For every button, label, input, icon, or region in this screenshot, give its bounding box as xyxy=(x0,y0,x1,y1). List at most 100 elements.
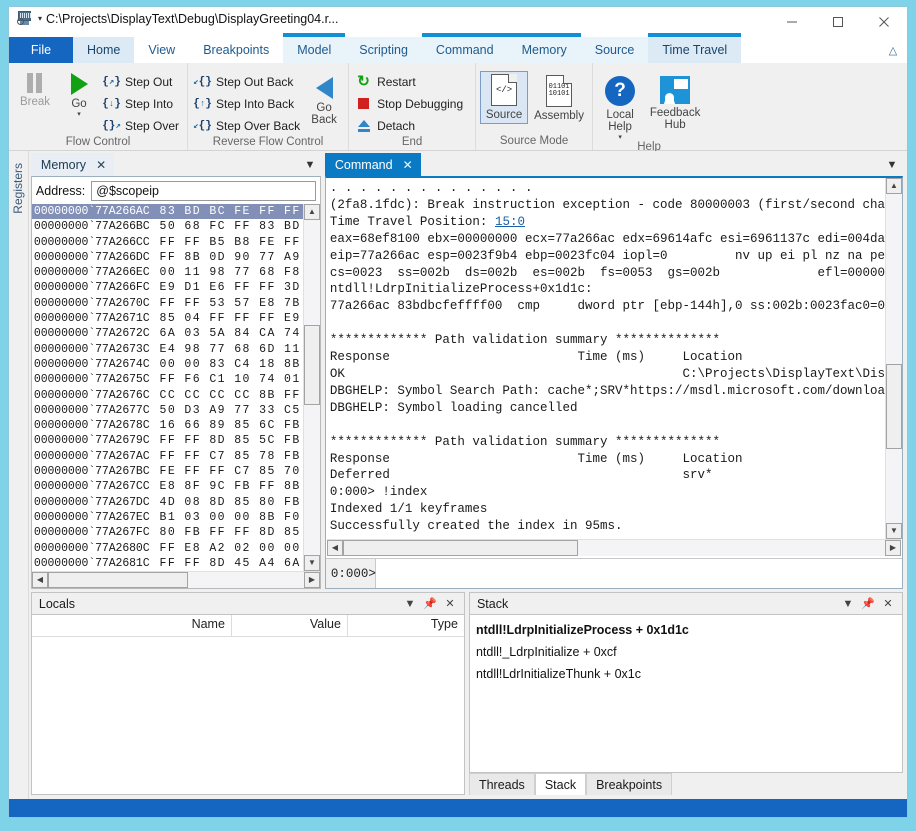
close-icon[interactable]: ✕ xyxy=(440,597,460,610)
chevron-down-icon[interactable]: ▼ xyxy=(400,598,420,610)
close-icon[interactable]: ✕ xyxy=(403,158,413,172)
step-into-button[interactable]: {↓} Step Into xyxy=(101,93,183,114)
chevron-down-icon[interactable]: ▼ xyxy=(838,598,858,610)
ribbon-tab-home[interactable]: Home xyxy=(73,37,134,63)
ribbon-tab-breakpoints[interactable]: Breakpoints xyxy=(189,37,283,63)
memory-vertical-scrollbar[interactable]: ▲ ▼ xyxy=(303,204,320,571)
command-hscroll-track[interactable] xyxy=(343,540,885,556)
memory-row[interactable]: 00000000`77A267CCE8 8F 9C FB FF 8B xyxy=(32,479,303,494)
command-scroll-thumb[interactable] xyxy=(886,364,902,449)
memory-row[interactable]: 00000000`77A2681CFF FF 8D 45 A4 6A xyxy=(32,556,303,571)
memory-row[interactable]: 00000000`77A267ECB1 03 00 00 8B F0 xyxy=(32,510,303,525)
scroll-right-icon[interactable]: ▶ xyxy=(885,540,901,556)
memory-row[interactable]: 00000000`77A2673CE4 98 77 68 6D 11 xyxy=(32,342,303,357)
stop-debugging-button[interactable]: Stop Debugging xyxy=(353,93,471,114)
memory-row[interactable]: 00000000`77A266CCFF FF B5 B8 FE FF xyxy=(32,235,303,250)
time-travel-position-link[interactable]: 15:0 xyxy=(495,215,525,229)
command-horizontal-scrollbar[interactable]: ◀ ▶ xyxy=(327,539,901,556)
scroll-left-icon[interactable]: ◀ xyxy=(32,572,48,588)
memory-address-input[interactable]: @$scopeip xyxy=(91,181,316,201)
ribbon-tab-file[interactable]: File xyxy=(9,37,73,63)
go-back-button[interactable]: Go Back xyxy=(304,69,344,126)
scroll-down-icon[interactable]: ▼ xyxy=(304,555,320,571)
ribbon-tab-view[interactable]: View xyxy=(134,37,189,63)
feedback-hub-button[interactable]: Feedback Hub xyxy=(649,72,701,131)
ribbon-tab-source[interactable]: Source xyxy=(581,37,649,63)
detach-button[interactable]: Detach xyxy=(353,115,471,136)
memory-row[interactable]: 00000000`77A267DC4D 08 8D 85 80 FB xyxy=(32,495,303,510)
command-hscroll-thumb[interactable] xyxy=(343,540,578,556)
stack-frame-item[interactable]: ntdll!LdrpInitializeProcess + 0x1d1c xyxy=(476,619,902,641)
ribbon-tab-time-travel[interactable]: Time Travel xyxy=(648,37,741,63)
scroll-right-icon[interactable]: ▶ xyxy=(304,572,320,588)
scroll-up-icon[interactable]: ▲ xyxy=(886,178,902,194)
scroll-down-icon[interactable]: ▼ xyxy=(886,523,902,539)
sidebar-item-registers[interactable]: Registers xyxy=(9,157,27,220)
memory-row[interactable]: 00000000`77A2671C85 04 FF FF FF E9 xyxy=(32,311,303,326)
scroll-left-icon[interactable]: ◀ xyxy=(327,540,343,556)
memory-row[interactable]: 00000000`77A267BCFE FF FF C7 85 70 xyxy=(32,464,303,479)
stack-frame-item[interactable]: ntdll!_LdrpInitialize + 0xcf xyxy=(476,641,902,663)
step-out-button[interactable]: {↗} Step Out xyxy=(101,71,183,92)
stack-frame-list[interactable]: ntdll!LdrpInitializeProcess + 0x1d1cntdl… xyxy=(470,615,902,685)
source-mode-button[interactable]: </> Source xyxy=(480,71,528,124)
ribbon-tab-command[interactable]: Command xyxy=(422,37,508,63)
quick-access-caret-icon[interactable]: ▾ xyxy=(38,11,42,27)
memory-row[interactable]: 00000000`77A266EC00 11 98 77 68 F8 xyxy=(32,265,303,280)
restart-button[interactable]: ↻ Restart xyxy=(353,71,471,92)
chevron-down-icon[interactable]: ▾ xyxy=(618,133,622,141)
ribbon-tab-model[interactable]: Model xyxy=(283,37,345,63)
minimize-button[interactable] xyxy=(769,7,815,37)
memory-row[interactable]: 00000000`77A2675CFF F6 C1 10 74 01 xyxy=(32,372,303,387)
command-output-text[interactable]: . . . . . . . . . . . . . .(2fa8.1fdc): … xyxy=(326,178,885,539)
memory-scroll-track[interactable] xyxy=(304,220,320,555)
locals-col-name[interactable]: Name xyxy=(32,615,232,636)
step-over-button[interactable]: {}↗ Step Over xyxy=(101,115,183,136)
panel-menu-icon[interactable]: ▼ xyxy=(881,153,903,176)
tab-command[interactable]: Command ✕ xyxy=(325,153,421,176)
locals-col-type[interactable]: Type xyxy=(348,615,464,636)
chevron-down-icon[interactable]: ▾ xyxy=(77,110,81,118)
stack-frame-item[interactable]: ntdll!LdrInitializeThunk + 0x1c xyxy=(476,663,902,685)
memory-rows[interactable]: 00000000`77A266AC83 BD BC FE FF FF 000000… xyxy=(32,204,303,571)
tab-threads[interactable]: Threads xyxy=(469,773,535,795)
maximize-button[interactable] xyxy=(815,7,861,37)
chevron-up-icon[interactable]: △ xyxy=(879,37,907,63)
memory-row[interactable]: 00000000`77A266DCFF 8B 0D 90 77 A9 xyxy=(32,250,303,265)
break-button[interactable]: Break xyxy=(13,69,57,108)
pin-icon[interactable]: 📌 xyxy=(420,597,440,610)
memory-hscroll-track[interactable] xyxy=(48,572,304,588)
memory-row[interactable]: 00000000`77A2677C50 D3 A9 77 33 C5 xyxy=(32,403,303,418)
panel-menu-icon[interactable]: ▼ xyxy=(299,153,321,176)
memory-row[interactable]: 00000000`77A2680CFF E8 A2 02 00 00 xyxy=(32,541,303,556)
memory-row[interactable]: 00000000`77A267ACFF FF C7 85 78 FB xyxy=(32,449,303,464)
close-icon[interactable]: ✕ xyxy=(878,597,898,610)
assembly-mode-button[interactable]: 0110110101 Assembly xyxy=(530,71,588,122)
tab-breakpoints[interactable]: Breakpoints xyxy=(586,773,672,795)
memory-horizontal-scrollbar[interactable]: ◀ ▶ xyxy=(32,571,320,588)
close-button[interactable] xyxy=(861,7,907,37)
command-scroll-track[interactable] xyxy=(886,194,902,523)
memory-row[interactable]: 00000000`77A266AC83 BD BC FE FF FF xyxy=(32,204,303,219)
memory-row[interactable]: 00000000`77A2672C6A 03 5A 84 CA 74 xyxy=(32,326,303,341)
pin-icon[interactable]: 📌 xyxy=(858,597,878,610)
locals-col-value[interactable]: Value xyxy=(232,615,348,636)
ribbon-tab-scripting[interactable]: Scripting xyxy=(345,37,422,63)
close-icon[interactable]: ✕ xyxy=(96,158,106,172)
locals-rows[interactable] xyxy=(32,637,464,794)
ribbon-tab-memory[interactable]: Memory xyxy=(508,37,581,63)
local-help-button[interactable]: ? Local Help ▾ xyxy=(597,72,643,141)
memory-row[interactable]: 00000000`77A2678C16 66 89 85 6C FB xyxy=(32,418,303,433)
memory-row[interactable]: 00000000`77A2674C00 00 83 C4 18 8B xyxy=(32,357,303,372)
command-input[interactable] xyxy=(376,559,902,588)
memory-hscroll-thumb[interactable] xyxy=(48,572,188,588)
memory-row[interactable]: 00000000`77A2679CFF FF 8D 85 5C FB xyxy=(32,433,303,448)
memory-row[interactable]: 00000000`77A2670CFF FF 53 57 E8 7B xyxy=(32,296,303,311)
step-over-back-button[interactable]: ↙{} Step Over Back xyxy=(192,115,304,136)
memory-scroll-thumb[interactable] xyxy=(304,325,320,405)
step-out-back-button[interactable]: ↙{} Step Out Back xyxy=(192,71,304,92)
command-vertical-scrollbar[interactable]: ▲ ▼ xyxy=(885,178,902,539)
memory-row[interactable]: 00000000`77A2676CCC CC CC CC 8B FF xyxy=(32,388,303,403)
tab-stack[interactable]: Stack xyxy=(535,773,586,795)
memory-row[interactable]: 00000000`77A267FC80 FB FF FF 8D 85 xyxy=(32,525,303,540)
